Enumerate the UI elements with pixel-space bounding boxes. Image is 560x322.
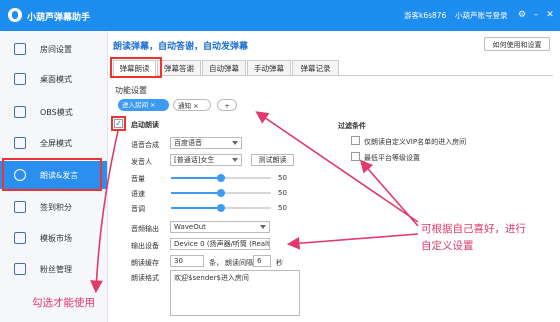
annotation-arrows — [90, 111, 419, 294]
arrow-to-output-device — [286, 233, 419, 250]
arrow-to-filters — [359, 159, 419, 227]
arrow-to-checkbox — [90, 130, 119, 294]
arrow-to-tags — [255, 111, 419, 223]
